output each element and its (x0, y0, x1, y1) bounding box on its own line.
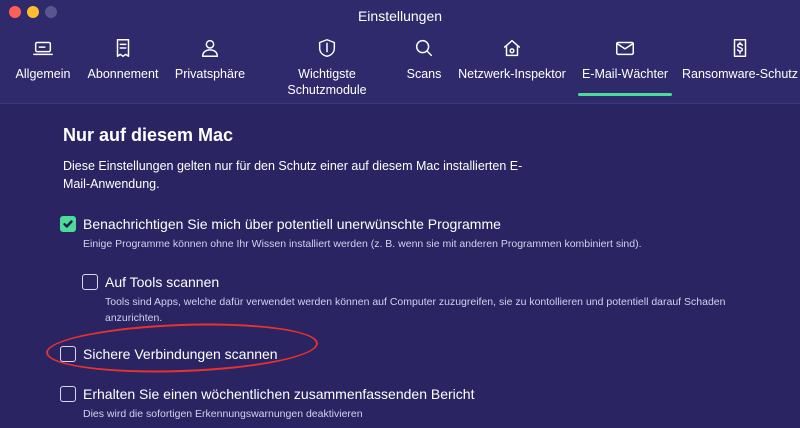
active-tab-indicator (578, 93, 672, 96)
shield-icon (315, 36, 339, 60)
section-title: Nur auf diesem Mac (63, 125, 234, 145)
tab-label: Scans (406, 67, 442, 81)
option-label: Sichere Verbindungen scannen (83, 346, 278, 362)
tab-allgemein[interactable]: Allgemein (12, 36, 74, 100)
mail-icon (613, 36, 637, 60)
tab-label: Allgemein (15, 67, 71, 81)
tab-ransomware-schutz[interactable]: Ransomware-Schutz (682, 36, 799, 100)
tab-netzwerk-inspektor[interactable]: Netzwerk-Inspektor (457, 36, 567, 100)
checkmark-icon (63, 220, 73, 228)
tab-schutzmodule[interactable]: Wichtigste Schutzmodule (283, 36, 371, 100)
tab-abonnement[interactable]: Abonnement (86, 36, 160, 100)
option-secure-connections[interactable]: Sichere Verbindungen scannen (60, 345, 360, 363)
option-label: Erhalten Sie einen wöchentlichen zusamme… (83, 386, 475, 402)
option-help: Einige Programme können ohne Ihr Wissen … (83, 238, 642, 250)
tab-label: E-Mail-Wächter (581, 67, 669, 81)
tab-label: Privatsphäre (174, 67, 246, 81)
receipt-icon (111, 36, 135, 60)
secure-connections-checkbox[interactable] (60, 346, 76, 362)
search-icon (412, 36, 436, 60)
tab-scans[interactable]: Scans (405, 36, 443, 100)
toolbar: Einstellungen Allgemein Abonnement Priva… (0, 0, 800, 104)
person-icon (198, 36, 222, 60)
window-title: Einstellungen (357, 8, 443, 24)
tab-label: Wichtigste Schutzmodule (287, 67, 367, 97)
settings-content: Nur auf diesem Mac Diese Einstellungen g… (0, 105, 800, 428)
tab-label: Abonnement (87, 67, 159, 81)
pup-notifications-checkbox[interactable] (60, 216, 76, 232)
option-weekly-report[interactable]: Erhalten Sie einen wöchentlichen zusamme… (60, 385, 660, 422)
scan-tools-checkbox[interactable] (82, 274, 98, 290)
option-label: Benachrichtigen Sie mich über potentiell… (83, 216, 501, 232)
home-network-icon (500, 36, 524, 60)
tab-email-waechter[interactable]: E-Mail-Wächter (578, 36, 672, 100)
tab-label: Netzwerk-Inspektor (458, 67, 566, 81)
settings-window: Einstellungen Allgemein Abonnement Priva… (0, 0, 800, 428)
option-scan-tools[interactable]: Auf Tools scannen Tools sind Apps, welch… (82, 273, 772, 326)
option-pup-notifications[interactable]: Benachrichtigen Sie mich über potentiell… (60, 215, 700, 252)
weekly-report-checkbox[interactable] (60, 386, 76, 402)
tab-privatsphaere[interactable]: Privatsphäre (174, 36, 246, 100)
option-label: Auf Tools scannen (105, 274, 220, 290)
laptop-icon (31, 36, 55, 60)
option-help: Tools sind Apps, welche dafür verwendet … (105, 296, 726, 324)
section-description: Diese Einstellungen gelten nur für den S… (63, 159, 523, 191)
tab-label: Ransomware-Schutz (682, 67, 799, 81)
dollar-file-icon (728, 36, 752, 60)
option-help: Dies wird die sofortigen Erkennungswarnu… (83, 408, 363, 420)
